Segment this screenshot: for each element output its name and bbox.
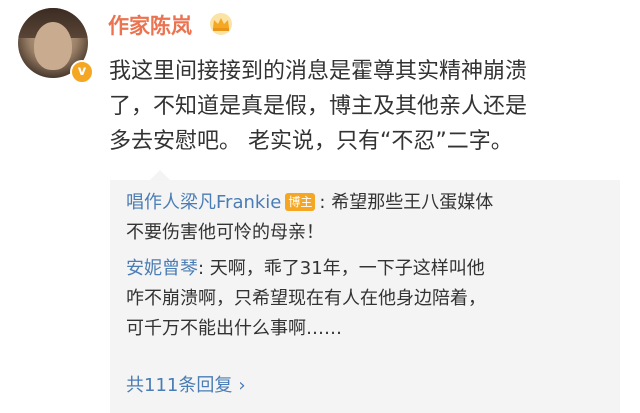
reply-separator: : <box>319 192 332 213</box>
avatar-face <box>34 22 72 70</box>
reply-item: 唱作人梁凡Frankie 博主: 希望那些王八蛋媒体 不要伤害他可怜的母亲！ <box>126 188 606 248</box>
reply-text-line: 天啊，乖了31年，一下子这样叫他 <box>209 258 485 279</box>
chevron-right-icon: › <box>238 375 246 396</box>
more-replies-label: 共111条回复 <box>126 375 233 396</box>
post-line: 我这里间接接到的消息是霍尊其实精神崩溃 <box>109 59 528 84</box>
reply-author-link[interactable]: 安妮曾琴 <box>126 258 198 279</box>
reply-text-line: 不要伤害他可怜的母亲！ <box>126 222 324 243</box>
post-line: 了，不知道是真是假，博主及其他亲人还是 <box>109 94 528 119</box>
reply-text-line: 咋不崩溃啊，只希望现在有人在他身边陪着， <box>126 288 486 309</box>
post-text: 我这里间接接到的消息是霍尊其实精神崩溃 了，不知道是真是假，博主及其他亲人还是 … <box>109 54 629 159</box>
post-line: 多去安慰吧。 老实说，只有“不忍”二字。 <box>109 129 513 154</box>
reply-author-link[interactable]: 唱作人梁凡Frankie <box>126 192 281 213</box>
crown-icon <box>210 13 232 35</box>
reply-box: 唱作人梁凡Frankie 博主: 希望那些王八蛋媒体 不要伤害他可怜的母亲！ 安妮… <box>110 170 620 413</box>
author-name[interactable]: 作家陈岚 <box>108 13 192 39</box>
reply-item: 安妮曾琴: 天啊，乖了31年，一下子这样叫他 咋不崩溃啊，只希望现在有人在他身边… <box>126 254 606 344</box>
more-replies-link[interactable]: 共111条回复 › <box>126 372 246 400</box>
verified-v-icon: v <box>70 60 94 84</box>
blogger-badge: 博主 <box>285 193 316 211</box>
reply-text-line: 希望那些王八蛋媒体 <box>331 192 494 213</box>
reply-text-line: 可千万不能出什么事啊…… <box>126 318 342 339</box>
reply-separator: : <box>198 258 210 279</box>
